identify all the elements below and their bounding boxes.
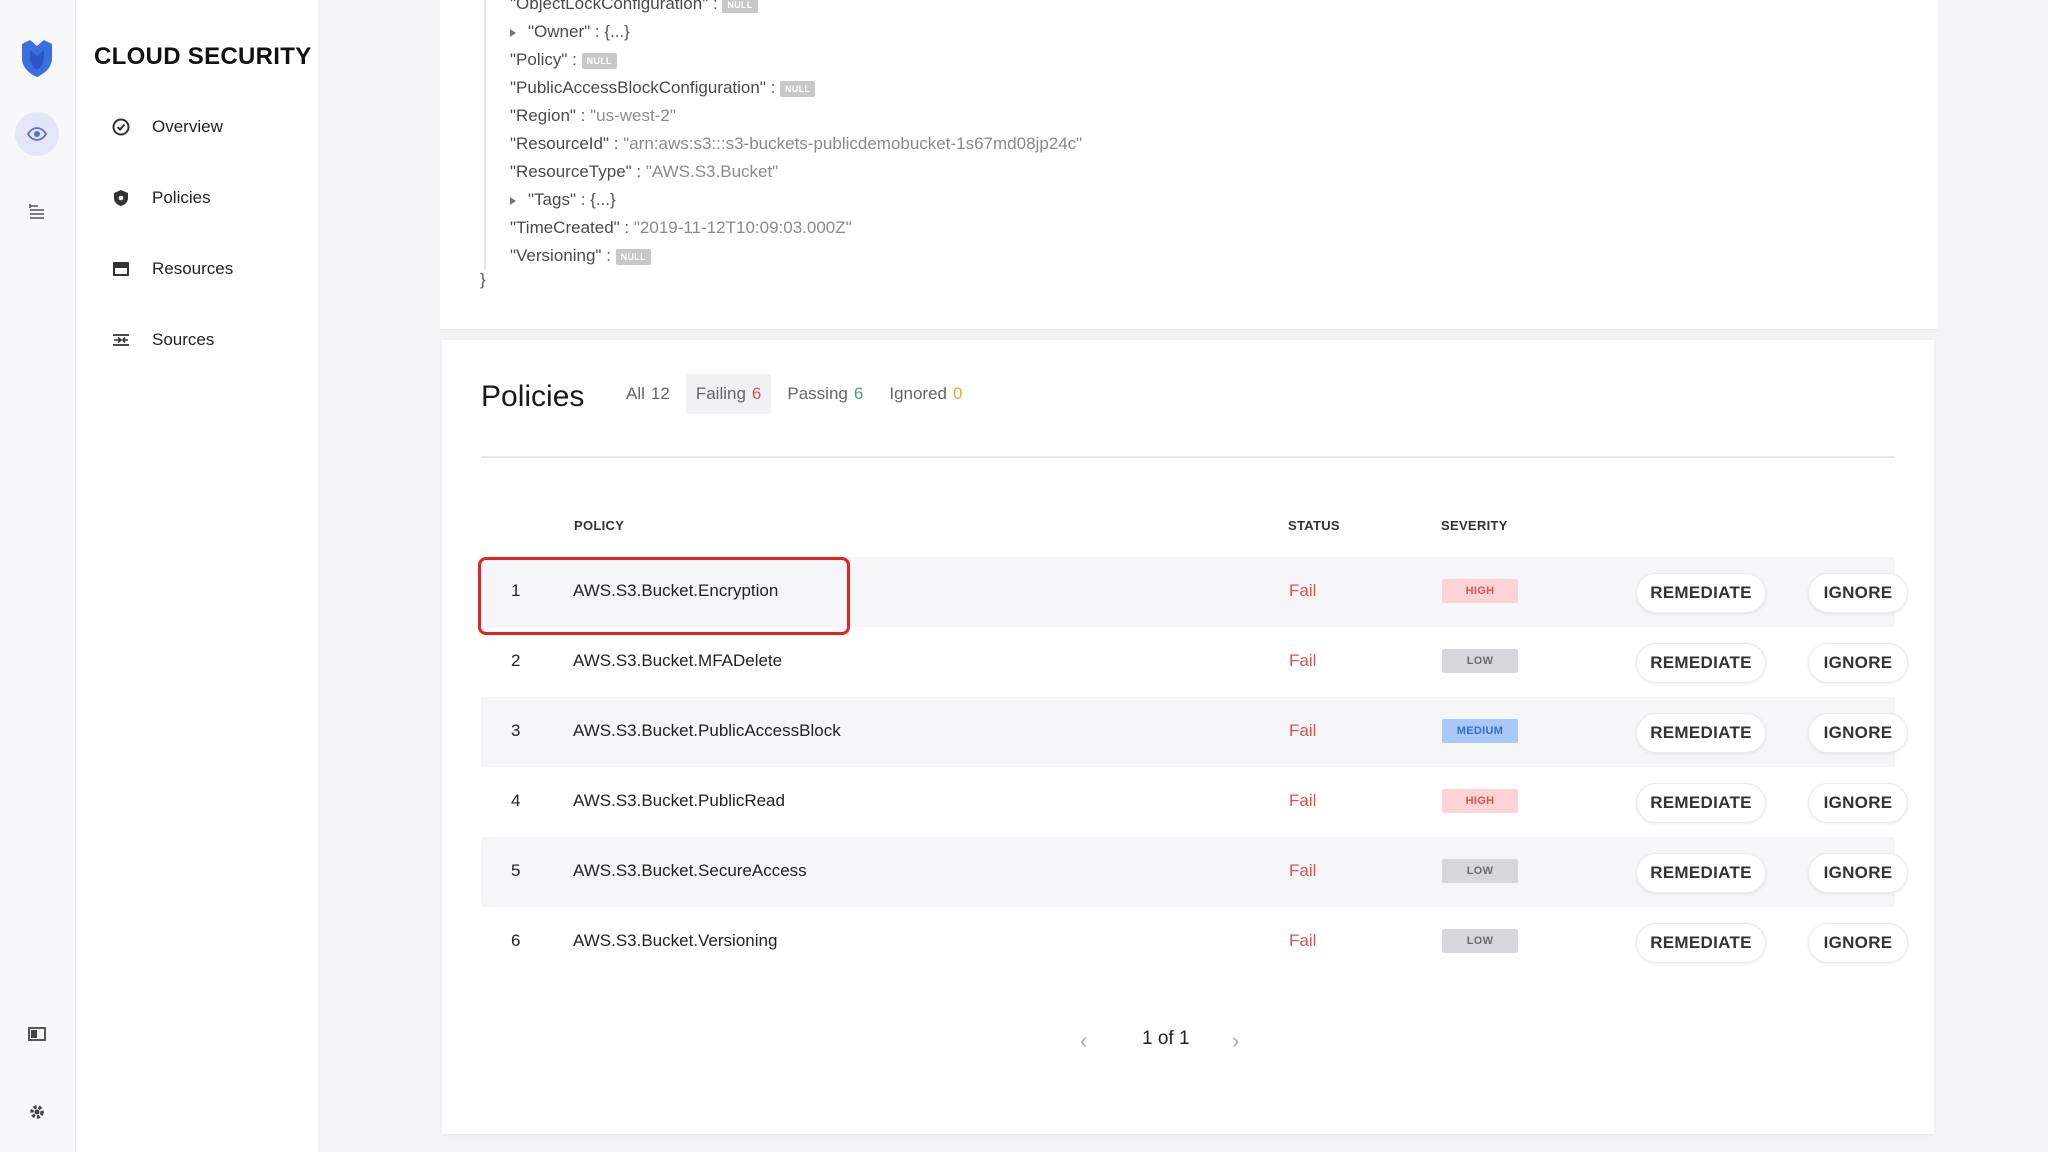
- json-line-region: "Region" : "us-west-2": [510, 106, 676, 125]
- json-close-brace: }: [480, 270, 486, 289]
- policy-name[interactable]: AWS.S3.Bucket.Versioning: [573, 931, 777, 951]
- row-number: 2: [511, 651, 521, 670]
- json-line-versioning: "Versioning" : NULL: [510, 246, 651, 266]
- remediate-button[interactable]: REMEDIATE: [1636, 573, 1766, 613]
- table-row[interactable]: 6 AWS.S3.Bucket.Versioning Fail LOW REME…: [481, 907, 1908, 977]
- severity-badge: MEDIUM: [1442, 719, 1518, 743]
- nav-item-resources[interactable]: Resources: [110, 254, 233, 284]
- policies-card: Policies All 12 Failing 6 Passing 6 Ignored…: [442, 340, 1934, 1134]
- nav-item-label: Overview: [152, 117, 223, 136]
- row-number: 1: [511, 581, 521, 600]
- row-number: 4: [511, 791, 521, 810]
- policy-name[interactable]: AWS.S3.Bucket.MFADelete: [573, 651, 782, 671]
- table-row[interactable]: 4 AWS.S3.Bucket.PublicRead Fail HIGH REM…: [481, 767, 1908, 837]
- tab-all[interactable]: All 12: [616, 374, 680, 414]
- page-indicator: 1 of 1: [1142, 1028, 1190, 1049]
- ignore-button[interactable]: IGNORE: [1808, 923, 1908, 963]
- gear-icon[interactable]: [15, 1090, 59, 1134]
- json-line-resourceid: "ResourceId" : "arn:aws:s3:::s3-buckets-…: [510, 134, 1083, 153]
- json-line-resourcetype: "ResourceType" : "AWS.S3.Bucket": [510, 162, 779, 181]
- ignore-button[interactable]: IGNORE: [1808, 853, 1908, 893]
- chevron-right-icon[interactable]: ›: [1232, 1028, 1239, 1054]
- nav-item-policies[interactable]: Policies: [110, 183, 211, 213]
- severity-badge: HIGH: [1442, 579, 1518, 603]
- ignore-button[interactable]: IGNORE: [1808, 643, 1908, 683]
- nav-item-label: Sources: [152, 330, 215, 349]
- json-line-objectlock: "ObjectLockConfiguration" : NULL: [510, 0, 758, 14]
- ignore-button[interactable]: IGNORE: [1808, 713, 1908, 753]
- expand-triangle-icon[interactable]: [510, 196, 516, 205]
- severity-badge: LOW: [1442, 649, 1518, 673]
- ignore-button[interactable]: IGNORE: [1808, 573, 1908, 613]
- tab-ignored[interactable]: Ignored 0: [879, 374, 972, 414]
- remediate-button[interactable]: REMEDIATE: [1636, 853, 1766, 893]
- pagination: ‹ 1 of 1 ›: [442, 1020, 1934, 1060]
- nav-item-label: Resources: [152, 259, 234, 278]
- column-header-policy: POLICY: [574, 518, 625, 533]
- table-row[interactable]: 3 AWS.S3.Bucket.PublicAccessBlock Fail M…: [481, 697, 1908, 767]
- severity-badge: LOW: [1442, 929, 1518, 953]
- source-icon: [110, 329, 132, 351]
- status-text: Fail: [1289, 931, 1317, 950]
- null-badge: NULL: [722, 0, 758, 13]
- book-icon[interactable]: [15, 1012, 59, 1056]
- nav-item-sources[interactable]: Sources: [110, 325, 214, 355]
- table-row[interactable]: 5 AWS.S3.Bucket.SecureAccess Fail LOW RE…: [481, 837, 1908, 907]
- null-badge: NULL: [780, 80, 816, 97]
- shield-icon: [110, 187, 132, 209]
- severity-badge: LOW: [1442, 859, 1518, 883]
- shield-logo-icon[interactable]: [18, 38, 56, 78]
- policy-name[interactable]: AWS.S3.Bucket.SecureAccess: [573, 861, 807, 881]
- archive-icon: [110, 258, 132, 280]
- remediate-button[interactable]: REMEDIATE: [1636, 643, 1766, 683]
- remediate-button[interactable]: REMEDIATE: [1636, 713, 1766, 753]
- json-line-policy: "Policy" : NULL: [510, 50, 617, 70]
- icon-rail: [0, 0, 76, 1152]
- list-icon[interactable]: [15, 190, 59, 234]
- column-header-status: STATUS: [1288, 518, 1340, 533]
- policies-title: Policies: [481, 380, 585, 413]
- brand-title: CLOUD SECURITY: [94, 43, 312, 70]
- row-number: 3: [511, 721, 521, 740]
- expand-triangle-icon[interactable]: [510, 28, 516, 37]
- column-header-severity: SEVERITY: [1441, 518, 1508, 533]
- row-number: 6: [511, 931, 521, 950]
- tab-failing[interactable]: Failing 6: [685, 374, 772, 414]
- json-line-pab: "PublicAccessBlockConfiguration" : NULL: [510, 78, 816, 98]
- status-text: Fail: [1289, 581, 1317, 600]
- ignore-button[interactable]: IGNORE: [1808, 783, 1908, 823]
- null-badge: NULL: [581, 52, 617, 69]
- policy-filter-tabs: All 12 Failing 6 Passing 6 Ignored 0: [616, 374, 978, 414]
- policy-name[interactable]: AWS.S3.Bucket.Encryption: [573, 581, 778, 601]
- row-number: 5: [511, 861, 521, 880]
- remediate-button[interactable]: REMEDIATE: [1636, 783, 1766, 823]
- tab-passing[interactable]: Passing 6: [777, 374, 873, 414]
- status-text: Fail: [1289, 861, 1317, 880]
- nav-item-overview[interactable]: Overview: [110, 112, 223, 142]
- policy-name[interactable]: AWS.S3.Bucket.PublicRead: [573, 791, 785, 811]
- severity-badge: HIGH: [1442, 789, 1518, 813]
- chevron-left-icon[interactable]: ‹: [1080, 1028, 1087, 1054]
- policy-name[interactable]: AWS.S3.Bucket.PublicAccessBlock: [573, 721, 841, 741]
- remediate-button[interactable]: REMEDIATE: [1636, 923, 1766, 963]
- eye-icon[interactable]: [15, 112, 59, 156]
- side-nav: CLOUD SECURITY Overview Policies Resourc…: [76, 0, 318, 1152]
- json-guide-line: [484, 0, 486, 270]
- status-text: Fail: [1289, 791, 1317, 810]
- header-divider: [481, 456, 1895, 458]
- table-row[interactable]: 1 AWS.S3.Bucket.Encryption Fail HIGH REM…: [481, 557, 1908, 627]
- status-text: Fail: [1289, 721, 1317, 740]
- status-text: Fail: [1289, 651, 1317, 670]
- check-circle-icon: [110, 116, 132, 138]
- json-line-owner[interactable]: "Owner" : {...}: [510, 22, 630, 42]
- nav-item-label: Policies: [152, 188, 211, 207]
- json-line-tags[interactable]: "Tags" : {...}: [510, 190, 616, 210]
- table-row[interactable]: 2 AWS.S3.Bucket.MFADelete Fail LOW REMED…: [481, 627, 1908, 697]
- null-badge: NULL: [615, 248, 651, 265]
- json-line-timecreated: "TimeCreated" : "2019-11-12T10:09:03.000…: [510, 218, 852, 237]
